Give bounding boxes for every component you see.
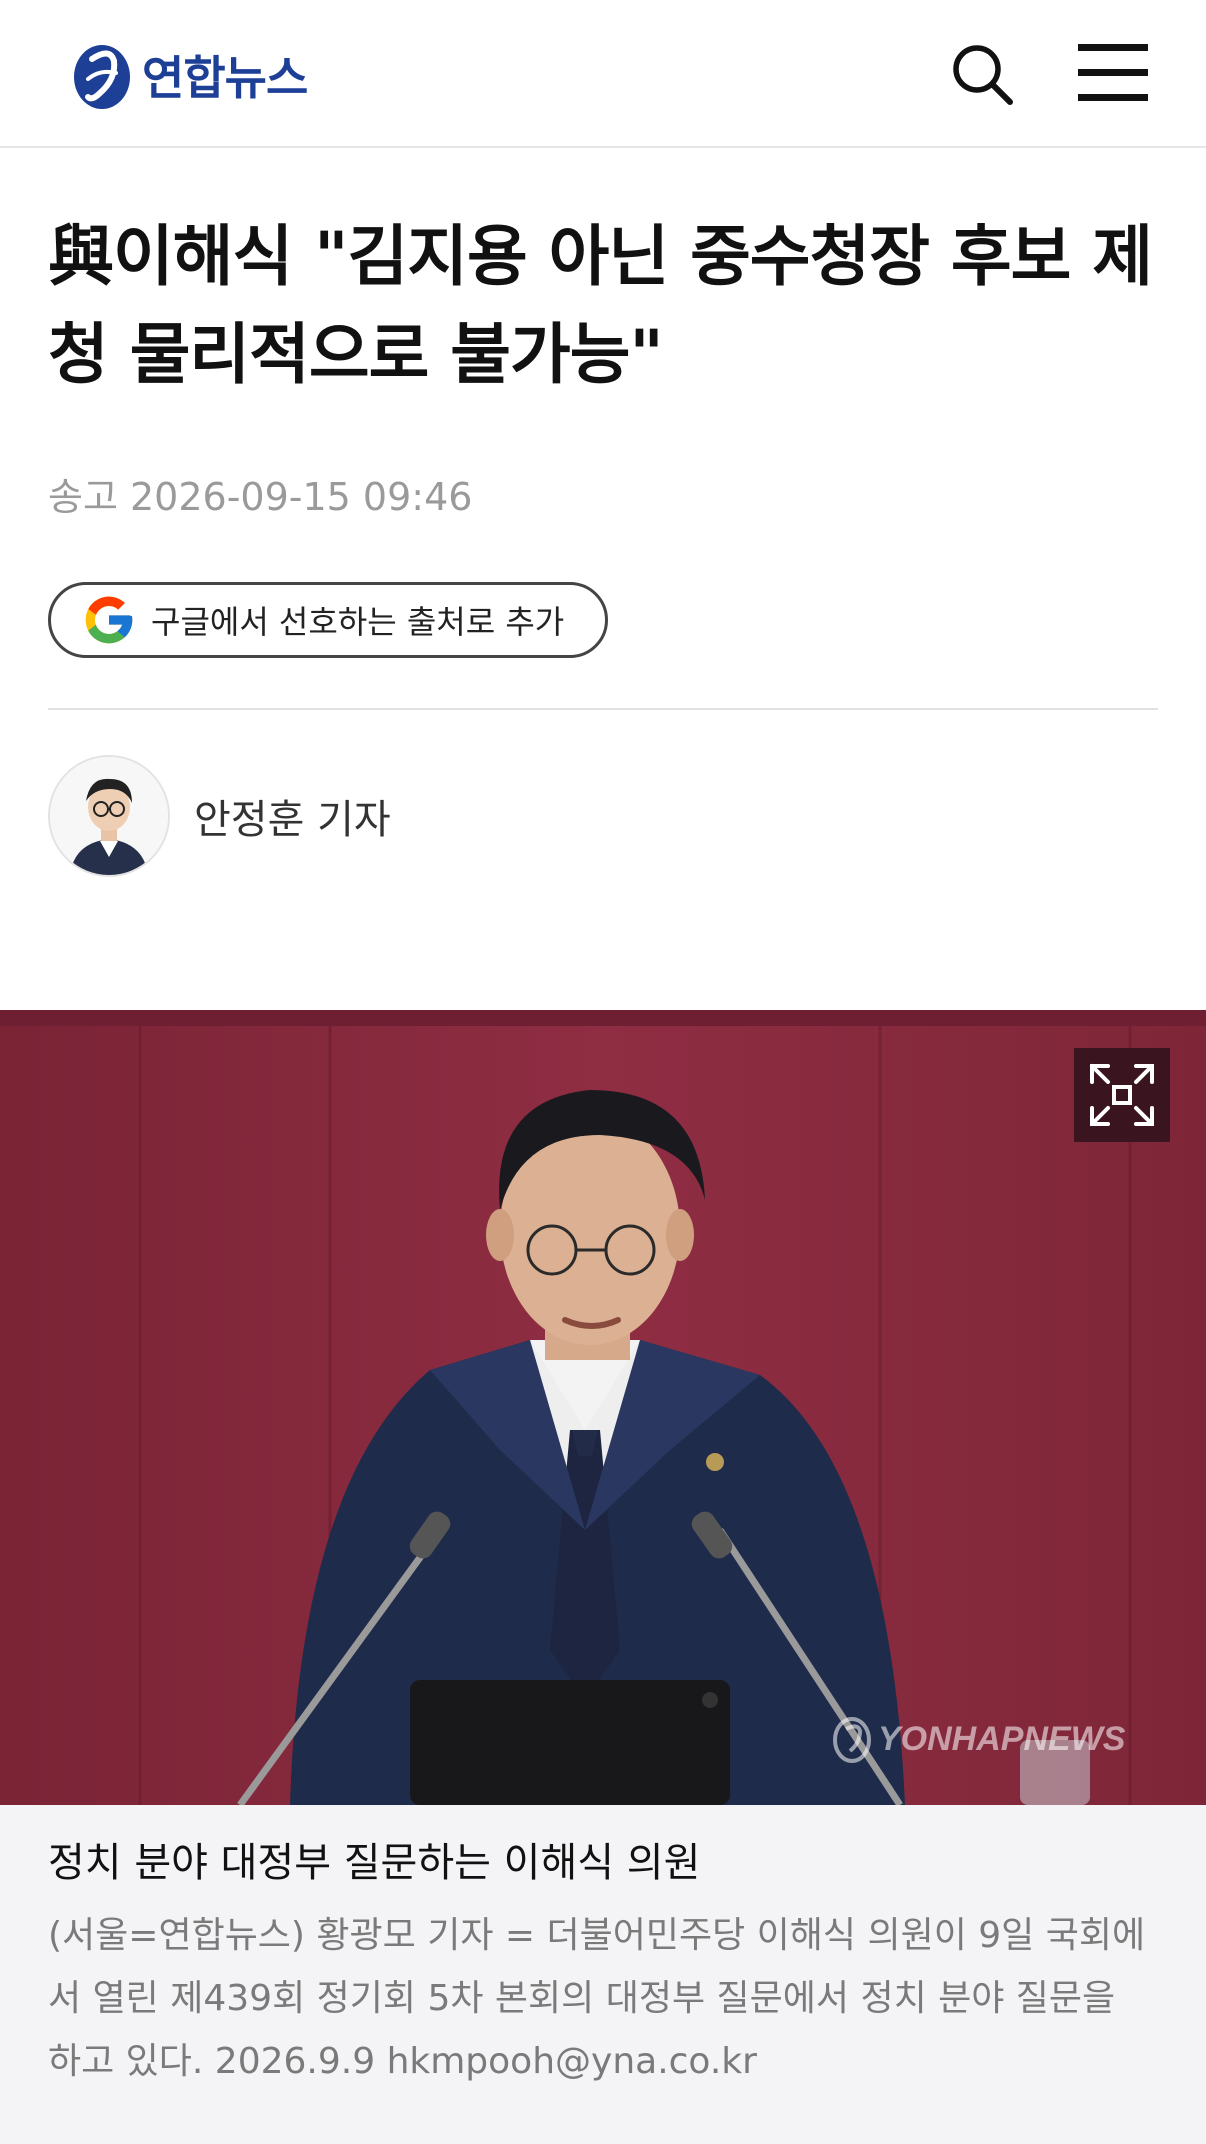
- section-divider: [48, 708, 1158, 710]
- search-button[interactable]: [948, 40, 1016, 108]
- reporter-avatar: [48, 755, 170, 877]
- photo-watermark: YONHAPNEWS: [832, 1715, 1125, 1763]
- reporter-profile[interactable]: 안정훈 기자: [48, 755, 391, 877]
- speaker-photo-illustration: [0, 1010, 1206, 1805]
- logo-text: 연합뉴스: [142, 51, 308, 105]
- menu-button[interactable]: [1076, 42, 1150, 104]
- publish-date: 송고 2026-09-15 09:46: [48, 475, 473, 519]
- google-preferred-source-button[interactable]: 구글에서 선호하는 출처로 추가: [48, 582, 608, 658]
- reporter-portrait-icon: [50, 757, 168, 875]
- yonhap-watermark-icon: [833, 1717, 871, 1763]
- photo-caption-title: 정치 분야 대정부 질문하는 이해식 의원: [48, 1840, 701, 1886]
- google-button-label: 구글에서 선호하는 출처로 추가: [151, 603, 565, 641]
- reporter-name: 안정훈 기자: [194, 797, 391, 843]
- watermark-text: YONHAPNEWS: [878, 1719, 1126, 1758]
- article-headline: 與이해식 "김지용 아닌 중수청장 후보 제청 물리적으로 불가능": [48, 218, 1153, 393]
- google-g-icon: [85, 596, 133, 644]
- article-photo: [0, 1010, 1206, 1805]
- hamburger-menu-icon: [1078, 44, 1148, 101]
- photo-caption-body: (서울=연합뉴스) 황광모 기자 = 더불어민주당 이해식 의원이 9일 국회에…: [48, 1915, 1146, 2082]
- yonhap-logo[interactable]: 연합뉴스: [70, 38, 308, 112]
- top-header: 연합뉴스: [0, 0, 1206, 148]
- expand-icon: [1090, 1064, 1154, 1126]
- search-icon: [953, 45, 1013, 105]
- expand-photo-button[interactable]: [1074, 1048, 1170, 1142]
- yonhap-logo-mark-icon: [74, 45, 130, 109]
